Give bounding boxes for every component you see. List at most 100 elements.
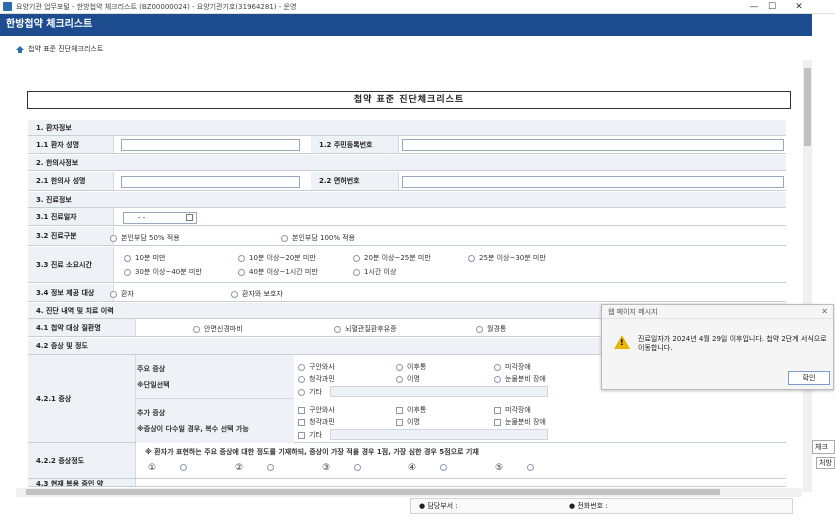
severity-scale-1[interactable]: ① <box>148 463 191 473</box>
radio-icon <box>396 375 403 383</box>
option-label: 이후통 <box>407 406 427 414</box>
option-label: 환자와 보호자 <box>242 290 283 298</box>
radio-icon <box>354 464 362 471</box>
option-label: 이후통 <box>407 363 427 371</box>
option-label: 환자 <box>121 290 134 298</box>
main-symptom-option-4[interactable]: 청각과민 <box>298 374 335 384</box>
dialog-close-icon[interactable]: ✕ <box>821 305 828 319</box>
main-symptom-option-5[interactable]: 이명 <box>396 374 420 384</box>
extra-symptom-option-6[interactable]: 눈물분비 장애 <box>494 417 546 427</box>
care-type-option-1[interactable]: 본인부담 50% 적용 <box>110 233 180 243</box>
resident-number-input[interactable] <box>402 139 784 151</box>
main-symptom-option-7[interactable]: 기타 <box>298 387 322 397</box>
extra-symptom-option-5[interactable]: 이명 <box>396 417 420 427</box>
care-date-input[interactable]: - - <box>123 212 197 224</box>
checkbox-icon <box>298 431 305 439</box>
label-doctor-name: 2.1 한의사 성명 <box>28 172 114 190</box>
row-medication: 4.3 현재 복용 중인 약 <box>28 479 786 487</box>
horizontal-scrollbar-thumb[interactable] <box>26 489 720 495</box>
option-label: ④ <box>408 463 417 473</box>
main-symptom-other-input[interactable] <box>330 386 548 397</box>
section-patient: 1. 환자정보 <box>28 120 786 136</box>
severity-scale-4[interactable]: ④ <box>408 463 451 473</box>
main-symptom-option-2[interactable]: 이후통 <box>396 362 426 372</box>
label-severity: 4.2.2 증상정도 <box>28 443 136 478</box>
main-symptom-option-3[interactable]: 미각장애 <box>494 362 531 372</box>
duration-option-4[interactable]: 25분 이상~30분 미만 <box>468 253 546 263</box>
main-symptom-option-1[interactable]: 구안와사 <box>298 362 335 372</box>
vertical-scrollbar-thumb[interactable] <box>804 68 811 146</box>
radio-icon <box>110 290 117 298</box>
label-symptom: 4.2.1 증상 <box>28 355 136 442</box>
radio-icon <box>494 363 501 371</box>
extra-symptom-option-7[interactable]: 기타 <box>298 430 322 440</box>
close-button[interactable]: ✕ <box>785 0 813 14</box>
window-title: 요양기관 업무포털 - 한방첩약 체크리스트 (BZ00000024) - 요양… <box>16 2 297 11</box>
option-label: 청각과민 <box>309 375 335 383</box>
background-cell-fragment: 처방일 <box>816 457 835 469</box>
option-label: 30분 이상~40분 미만 <box>135 268 202 276</box>
option-label: ⑤ <box>495 463 504 473</box>
duration-option-6[interactable]: 40분 이상~1시간 미만 <box>238 267 318 277</box>
disease-option-3[interactable]: 월경통 <box>476 324 506 334</box>
extra-symptom-option-4[interactable]: 청각과민 <box>298 417 335 427</box>
extra-symptom-other-input[interactable] <box>330 429 548 440</box>
radio-icon <box>281 234 288 242</box>
license-number-input[interactable] <box>402 176 784 188</box>
extra-symptom-note: ※증상이 다수일 경우, 복수 선택 가능 <box>137 425 249 433</box>
window-titlebar: 요양기관 업무포털 - 한방첩약 체크리스트 (BZ00000024) - 요양… <box>0 0 835 14</box>
label-patient-name: 1.1 환자 성명 <box>28 136 114 153</box>
section-care: 3. 진료정보 <box>28 192 786 208</box>
dialog-ok-button[interactable]: 확인 <box>788 371 830 385</box>
label-care-type: 3.2 진료구분 <box>28 227 114 245</box>
severity-scale-5[interactable]: ⑤ <box>495 463 538 473</box>
label-medication: 4.3 현재 복용 중인 약 <box>28 479 136 486</box>
extra-symptom-label-cell <box>136 399 294 443</box>
main-symptom-option-6[interactable]: 눈물분비 장애 <box>494 374 546 384</box>
option-label: ② <box>235 463 244 473</box>
dialog-title: 웹 페이지 메시지 ✕ <box>602 305 833 319</box>
radio-icon <box>494 375 501 383</box>
radio-icon <box>396 363 403 371</box>
option-label: 10분 이상~20분 미만 <box>249 254 316 262</box>
label-disease: 4.1 첩약 대상 질환명 <box>28 319 136 336</box>
option-label: 40분 이상~1시간 미만 <box>249 268 318 276</box>
patient-name-input[interactable] <box>121 139 300 151</box>
label-duration: 3.3 진료 소요시간 <box>28 247 114 282</box>
document-title: 첩약 표준 진단체크리스트 <box>27 91 791 109</box>
extra-symptom-option-3[interactable]: 미각장애 <box>494 405 531 415</box>
label-resident-number: 1.2 주민등록번호 <box>311 136 399 153</box>
footer-phone: ● 전화번호 : <box>569 502 608 510</box>
care-type-option-2[interactable]: 본인부담 100% 적용 <box>281 233 355 243</box>
radio-icon <box>238 268 245 276</box>
duration-option-3[interactable]: 20분 이상~25분 미만 <box>353 253 431 263</box>
duration-option-7[interactable]: 1시간 이상 <box>353 267 396 277</box>
extra-symptom-option-1[interactable]: 구안와사 <box>298 405 335 415</box>
duration-option-1[interactable]: 10분 미만 <box>124 253 165 263</box>
radio-icon <box>298 363 305 371</box>
info-target-option-1[interactable]: 환자 <box>110 289 134 299</box>
option-label: 10분 미만 <box>135 254 166 262</box>
home-icon[interactable] <box>16 45 24 53</box>
option-label: 청각과민 <box>309 418 335 426</box>
section-doctor: 2. 한의사정보 <box>28 155 786 171</box>
checkbox-icon <box>298 406 305 414</box>
radio-icon <box>124 254 131 262</box>
disease-option-2[interactable]: 뇌혈관질환후유증 <box>334 324 397 334</box>
duration-option-5[interactable]: 30분 이상~40분 미만 <box>124 267 202 277</box>
severity-scale-3[interactable]: ③ <box>322 463 365 473</box>
maximize-button[interactable]: ☐ <box>758 0 786 14</box>
extra-symptom-option-2[interactable]: 이후통 <box>396 405 426 415</box>
option-label: 안면신경마비 <box>204 325 243 333</box>
disease-option-1[interactable]: 안면신경마비 <box>193 324 243 334</box>
checkbox-icon <box>396 406 403 414</box>
message-dialog: 웹 페이지 메시지 ✕ ! 진료일자가 2024년 4월 29일 이후입니다. … <box>601 304 834 390</box>
duration-option-2[interactable]: 10분 이상~20분 미만 <box>238 253 316 263</box>
calendar-icon[interactable] <box>186 214 193 221</box>
doctor-name-input[interactable] <box>121 176 300 188</box>
severity-scale-2[interactable]: ② <box>235 463 278 473</box>
info-target-option-2[interactable]: 환자와 보호자 <box>231 289 283 299</box>
option-label: 구안와사 <box>309 363 335 371</box>
radio-icon <box>298 388 305 396</box>
option-label: 본인부담 100% 적용 <box>292 234 356 242</box>
